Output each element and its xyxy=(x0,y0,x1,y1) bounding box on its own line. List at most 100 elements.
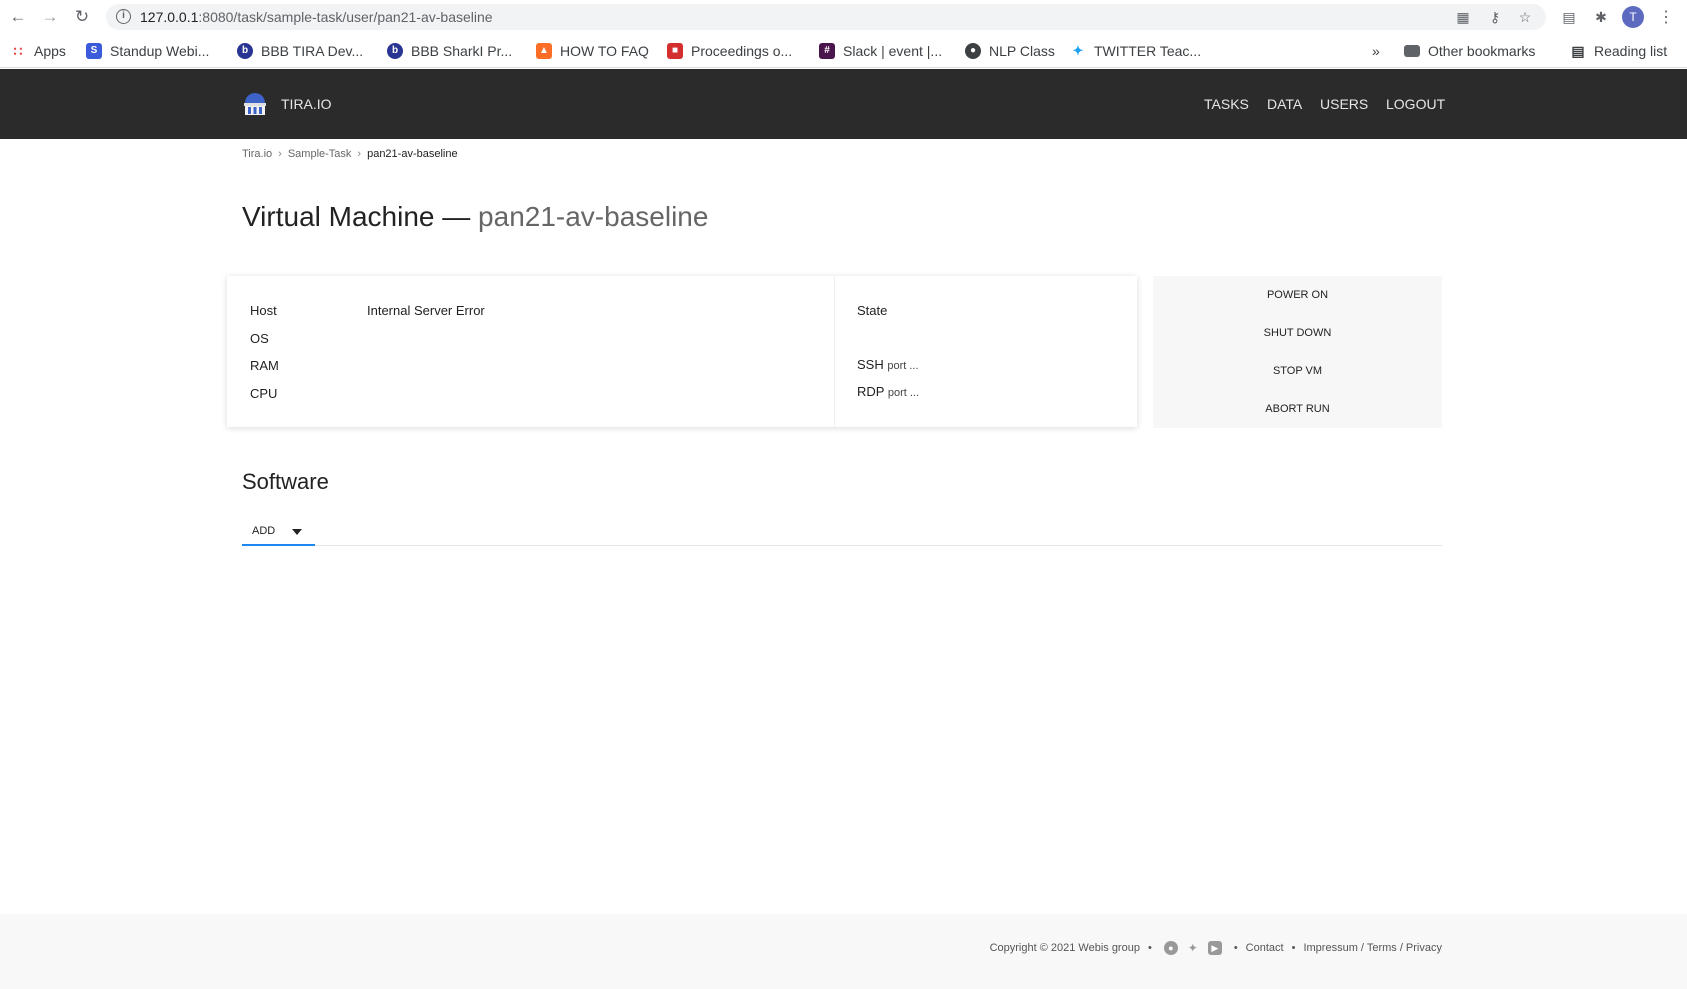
footer-copyright: Copyright © 2021 Webis group xyxy=(989,942,1140,954)
bookmarks-bar: ∷ Apps S Standup Webi... b BBB TIRA Dev... … xyxy=(0,34,1687,68)
breadcrumb: Tira.io › Sample-Task › pan21-av-baseline xyxy=(242,148,458,160)
bookmark-twitter[interactable]: ✦ TWITTER Teac... xyxy=(1070,42,1202,60)
state-label: State xyxy=(857,303,888,318)
bookmark-label: Proceedings o... xyxy=(691,43,793,59)
breadcrumb-home[interactable]: Tira.io xyxy=(242,148,272,160)
extensions-puzzle-icon[interactable]: ✱ xyxy=(1592,8,1610,26)
site-header: TIRA.IO TASKS DATA USERS LOGOUT xyxy=(0,69,1687,139)
bookmark-label: TWITTER Teac... xyxy=(1094,43,1202,59)
stop-vm-button[interactable]: STOP VM xyxy=(1153,354,1442,388)
bbb-icon: b xyxy=(387,43,403,59)
bookmark-standup[interactable]: S Standup Webi... xyxy=(86,42,209,60)
bookmark-label: BBB SharkI Pr... xyxy=(411,43,513,59)
star-bookmark-icon[interactable]: ☆ xyxy=(1516,8,1534,26)
footer-separator: • xyxy=(1233,942,1238,954)
footer-links: Copyright © 2021 Webis group • ● ✦ ▶ • C… xyxy=(990,941,1442,955)
back-arrow-icon[interactable]: ← xyxy=(8,7,28,27)
bookmark-label: Other bookmarks xyxy=(1428,43,1536,59)
bookmark-bbb-tira[interactable]: b BBB TIRA Dev... xyxy=(237,42,363,60)
gitlab-icon: ▲ xyxy=(536,43,552,59)
bookmark-label: BBB TIRA Dev... xyxy=(261,43,364,59)
proceedings-icon: ■ xyxy=(667,43,683,59)
browser-toolbar: ← → ↻ i 127.0.0.1:8080/task/sample-task/… xyxy=(0,0,1687,34)
site-info-icon[interactable]: i xyxy=(116,9,131,24)
bbb-icon: b xyxy=(237,43,253,59)
ram-label: RAM xyxy=(250,358,279,373)
bookmarks-overflow-button[interactable]: » xyxy=(1372,42,1380,60)
tira-logo-icon[interactable] xyxy=(242,91,268,117)
slack-icon: # xyxy=(819,43,835,59)
standup-icon: S xyxy=(86,43,102,59)
ssh-label: SSH xyxy=(857,357,884,372)
browser-menu-icon[interactable]: ⋮ xyxy=(1658,7,1674,27)
breadcrumb-task[interactable]: Sample-Task xyxy=(288,148,352,160)
reading-list[interactable]: ▤ Reading list xyxy=(1570,42,1667,60)
bookmark-label: Slack | event |... xyxy=(843,43,943,59)
software-section-title: Software xyxy=(242,469,329,494)
folder-icon xyxy=(1404,45,1420,57)
chevron-right-icon: › xyxy=(357,148,362,160)
rdp-label: RDP xyxy=(857,384,885,399)
cpu-label: CPU xyxy=(250,386,278,401)
bookmark-apps[interactable]: ∷ Apps xyxy=(10,42,66,60)
bookmark-other[interactable]: Other bookmarks xyxy=(1404,42,1535,60)
apps-grid-icon: ∷ xyxy=(13,43,23,59)
page-title: Virtual Machine — pan21-av-baseline xyxy=(242,201,708,233)
shut-down-button[interactable]: SHUT DOWN xyxy=(1153,316,1442,350)
add-software-tab[interactable]: ADD xyxy=(242,518,315,546)
nav-tasks[interactable]: TASKS xyxy=(1204,96,1249,112)
footer-separator: • xyxy=(1291,942,1296,954)
host-value: Internal Server Error xyxy=(367,303,485,318)
rdp-port: port ... xyxy=(887,387,920,399)
youtube-icon[interactable]: ▶ xyxy=(1207,941,1222,955)
bookmark-proceedings[interactable]: ■ Proceedings o... xyxy=(667,42,792,60)
vm-info-card: Host Internal Server Error OS RAM CPU St… xyxy=(227,276,1137,427)
reload-icon[interactable]: ↻ xyxy=(72,7,92,27)
bookmark-slack[interactable]: # Slack | event |... xyxy=(819,42,942,60)
url-path: :8080/task/sample-task/user/pan21-av-bas… xyxy=(198,9,493,25)
url-text[interactable]: 127.0.0.1:8080/task/sample-task/user/pan… xyxy=(140,9,493,25)
caret-down-icon xyxy=(292,529,302,535)
bookmark-how-to-faq[interactable]: ▲ HOW TO FAQ xyxy=(536,42,649,60)
software-tabs: ADD xyxy=(242,518,1442,546)
twitter-icon: ✦ xyxy=(1072,43,1084,58)
forward-arrow-icon[interactable]: → xyxy=(40,7,60,27)
globe-icon: ● xyxy=(965,43,981,59)
page-title-prefix: Virtual Machine — xyxy=(242,201,471,232)
card-divider xyxy=(834,276,835,427)
host-label: Host xyxy=(250,303,277,318)
footer-separator: • xyxy=(1147,942,1152,954)
key-icon[interactable]: ⚷ xyxy=(1486,8,1504,26)
ssh-port: port ... xyxy=(887,360,919,372)
add-software-label: ADD xyxy=(252,525,276,537)
site-footer: Copyright © 2021 Webis group • ● ✦ ▶ • C… xyxy=(0,914,1687,989)
rdp-info: RDP port ... xyxy=(857,384,919,399)
qr-code-icon[interactable]: ▦ xyxy=(1454,8,1472,26)
address-bar[interactable]: i 127.0.0.1:8080/task/sample-task/user/p… xyxy=(106,4,1546,30)
reading-list-icon: ▤ xyxy=(1571,43,1585,59)
abort-run-button[interactable]: ABORT RUN xyxy=(1153,392,1442,426)
bookmark-label: Apps xyxy=(34,43,66,59)
nav-data[interactable]: DATA xyxy=(1267,96,1302,112)
reader-mode-icon[interactable]: ▤ xyxy=(1560,8,1578,26)
os-label: OS xyxy=(250,331,269,346)
footer-contact-link[interactable]: Contact xyxy=(1246,942,1284,954)
url-host: 127.0.0.1 xyxy=(140,9,199,25)
bookmark-bbb-sharki[interactable]: b BBB SharkI Pr... xyxy=(387,42,512,60)
nav-users[interactable]: USERS xyxy=(1320,96,1368,112)
page-title-vm-name: pan21-av-baseline xyxy=(478,201,709,232)
chevron-right-icon: › xyxy=(278,148,282,160)
footer-legal-links[interactable]: Impressum / Terms / Privacy xyxy=(1303,942,1442,954)
bookmark-label: NLP Class xyxy=(989,43,1055,59)
power-on-button[interactable]: POWER ON xyxy=(1153,278,1442,312)
twitter-icon[interactable]: ✦ xyxy=(1186,941,1200,955)
github-icon[interactable]: ● xyxy=(1163,941,1178,955)
reading-list-label: Reading list xyxy=(1594,43,1668,59)
brand-link[interactable]: TIRA.IO xyxy=(281,96,332,112)
breadcrumb-current: pan21-av-baseline xyxy=(367,148,458,160)
profile-avatar[interactable]: T xyxy=(1622,6,1644,28)
bookmark-label: HOW TO FAQ xyxy=(560,43,649,59)
nav-logout[interactable]: LOGOUT xyxy=(1386,96,1445,112)
vm-actions-panel: POWER ON SHUT DOWN STOP VM ABORT RUN xyxy=(1153,276,1442,428)
bookmark-nlp-class[interactable]: ● NLP Class xyxy=(965,42,1055,60)
